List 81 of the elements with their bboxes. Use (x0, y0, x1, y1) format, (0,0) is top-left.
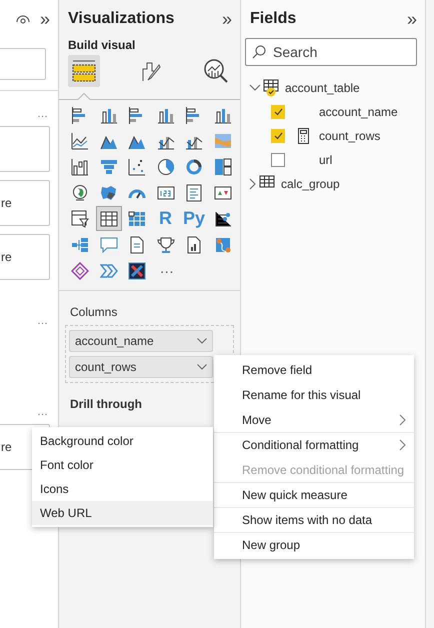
chevron-right-icon (399, 439, 406, 451)
panel-title: Fields (250, 10, 296, 28)
map-pin-icon (214, 236, 232, 254)
filter-table-icon (71, 210, 89, 228)
fields-well-icon (71, 58, 97, 84)
checkbox[interactable] (271, 105, 285, 119)
menu-item[interactable]: Rename for this visual (214, 382, 414, 407)
checkbox[interactable] (271, 129, 285, 143)
globe-icon (71, 184, 89, 202)
diamond-icon (71, 262, 89, 280)
checkmark-icon (274, 132, 282, 140)
collapse-button[interactable]: » (406, 10, 417, 28)
hierarchy-icon (71, 236, 89, 254)
well-label: Columns (70, 305, 118, 319)
chevron-down-icon (197, 364, 207, 370)
section-title: Drill through (70, 397, 143, 411)
line-chart-icon (71, 132, 89, 150)
search-icon (252, 45, 266, 59)
mode-tab[interactable] (68, 55, 100, 87)
menu-item[interactable]: Move (214, 407, 414, 432)
triangles-icon (214, 184, 232, 202)
menu-item[interactable]: New group (214, 532, 414, 557)
field-pill[interactable]: count_rows (69, 356, 213, 378)
filter-text: re (1, 250, 12, 264)
menu-item[interactable]: Font color (32, 453, 213, 477)
card-icon (156, 184, 174, 202)
panel-title: Visualizations (68, 10, 174, 28)
filter-card[interactable]: re (0, 234, 50, 280)
chevron-right-icon (249, 178, 257, 190)
more-options-icon[interactable]: … (37, 316, 48, 327)
matrix-icon (128, 210, 146, 228)
checkmark-icon (274, 108, 282, 116)
magnifier-chart-icon (203, 58, 229, 84)
eye-icon (16, 14, 30, 24)
section-title: Build visual (68, 38, 136, 52)
bar-report-icon (185, 236, 203, 254)
table-row[interactable]: account_table (249, 76, 425, 100)
cross-tile-icon (128, 262, 146, 280)
field-row[interactable]: count_rows (249, 124, 425, 148)
filter-text: re (1, 440, 12, 454)
filter-card[interactable]: re (0, 180, 50, 226)
scatter-chart-icon (128, 158, 146, 176)
field-pill[interactable]: account_name (69, 330, 213, 352)
menu-item[interactable]: Web URL (32, 501, 213, 525)
menu-item[interactable]: Show items with no data (214, 507, 414, 532)
waterfall-chart-icon (71, 158, 89, 176)
chevrons-icon (100, 262, 118, 280)
document-icon (128, 236, 146, 254)
speech-bubble-icon (100, 236, 118, 254)
collapse-button[interactable]: » (222, 10, 232, 28)
menu-item[interactable]: Icons (32, 477, 213, 501)
field-row[interactable]: account_name (249, 100, 425, 124)
checkbox[interactable] (271, 153, 285, 167)
search-field[interactable]: Search (245, 38, 417, 66)
menu-item[interactable]: Conditional formatting (214, 432, 414, 457)
funnel-icon (100, 158, 118, 176)
table-row[interactable]: calc_group (249, 172, 425, 196)
chevron-down-icon (249, 84, 261, 92)
chevron-down-icon (197, 338, 207, 344)
calculator-icon (298, 128, 308, 144)
more-options-icon[interactable]: … (37, 109, 48, 120)
pie-chart-icon (156, 158, 174, 176)
donut-chart-icon (185, 158, 203, 176)
treemap-icon (214, 158, 232, 176)
collapse-button[interactable]: » (40, 10, 50, 28)
menu-item[interactable]: Background color (32, 429, 213, 453)
more-options-icon[interactable]: … (37, 407, 48, 418)
table-icon (100, 210, 118, 228)
trophy-icon (156, 236, 174, 254)
visual-type-button[interactable] (96, 206, 122, 231)
dot-plot-icon (214, 210, 232, 228)
ribbon-chart-icon (214, 132, 232, 150)
menu-item[interactable]: Remove field (214, 357, 414, 382)
map-icon (100, 184, 118, 202)
menu-item[interactable]: New quick measure (214, 482, 414, 507)
chevron-right-icon (399, 414, 406, 426)
field-row[interactable]: url (249, 148, 425, 172)
filter-field[interactable] (0, 48, 46, 80)
more-visuals-button[interactable]: ··· (160, 263, 174, 279)
filter-text: re (1, 196, 12, 210)
list-card-icon (185, 184, 203, 202)
